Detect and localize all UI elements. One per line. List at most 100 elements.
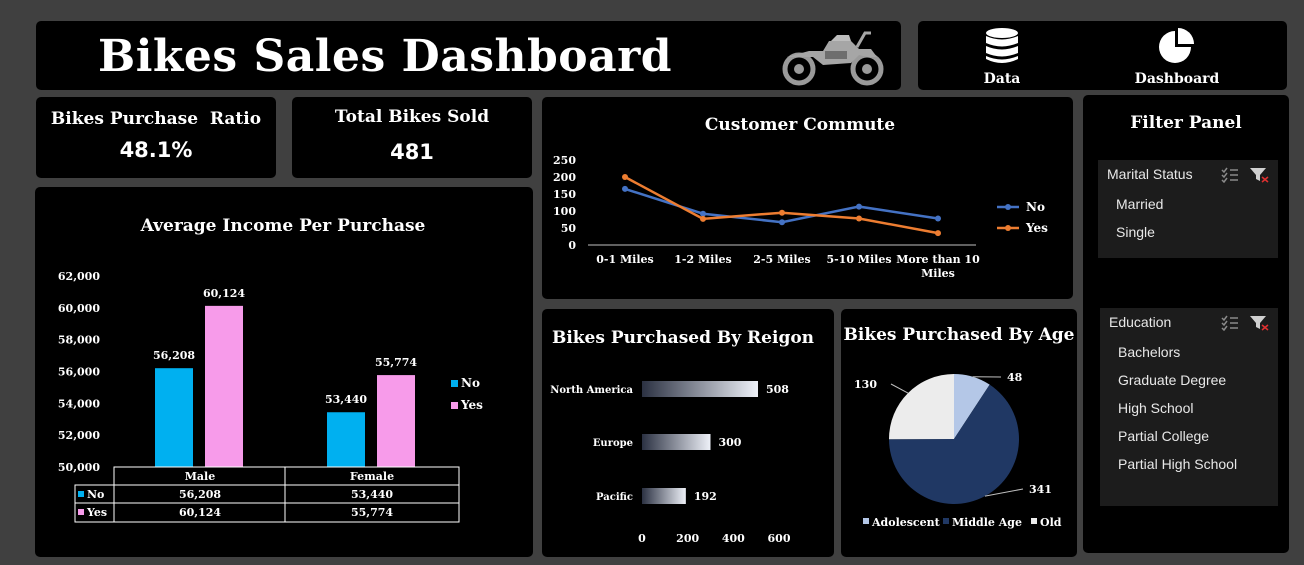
customer-commute-chart-panel: Customer Commute 0 50 100 150 200 250 0-1 Mile… (542, 97, 1073, 299)
pie-data-label: 341 (1029, 483, 1052, 496)
data-table-cell: 60,124 (179, 506, 221, 519)
slicer-item[interactable]: Bachelors (1118, 344, 1180, 360)
series-point-yes (935, 230, 941, 237)
legend-label: No (461, 376, 480, 390)
multi-select-icon[interactable] (1221, 315, 1238, 332)
region-bar (642, 381, 758, 397)
data-table-swatch (78, 491, 84, 497)
y-tick-label: 100 (553, 205, 576, 218)
y-tick-label: 200 (553, 171, 576, 184)
x-tick-label: 0 (638, 532, 646, 545)
legend-label: No (1026, 200, 1045, 214)
purchase-ratio-value: 48.1% (119, 138, 193, 162)
y-tick-label: 250 (553, 154, 576, 167)
region-data-label: 192 (694, 490, 717, 503)
clear-filter-icon[interactable] (1250, 168, 1269, 183)
bar-data-label: 60,124 (203, 287, 245, 300)
data-table-cell: 53,440 (351, 488, 393, 501)
slicer-item[interactable]: Married (1116, 196, 1163, 212)
data-table-cell: 56,208 (179, 488, 221, 501)
y-tick-label: 150 (553, 188, 576, 201)
marital-status-slicer: Marital Status Married Single (1098, 160, 1278, 258)
x-tick-label: 400 (722, 532, 745, 545)
series-point-no (856, 203, 862, 210)
bar-no (155, 368, 193, 467)
legend-swatch (1031, 518, 1037, 524)
series-point-yes (700, 215, 706, 222)
data-table-header: Female (350, 470, 394, 483)
y-tick-label: 50,000 (58, 461, 100, 474)
bar-data-label: 56,208 (153, 349, 195, 362)
slicer-item[interactable]: Partial High School (1118, 456, 1237, 472)
legend-marker (1005, 225, 1011, 231)
data-table-border (113, 466, 460, 523)
pie-leader-line (890, 383, 909, 394)
data-table-header: Male (185, 470, 215, 483)
pie-slice-old (889, 374, 954, 440)
slicer-item[interactable]: Graduate Degree (1118, 372, 1226, 388)
y-tick-label: 56,000 (58, 366, 100, 379)
bar-data-label: 53,440 (325, 393, 367, 406)
series-point-yes (779, 209, 785, 216)
data-button[interactable]: Data (947, 25, 1057, 87)
bar-yes (377, 375, 415, 467)
total-bikes-sold-value: 481 (390, 140, 434, 164)
legend-label: Old (1040, 516, 1062, 529)
bar-data-label: 55,774 (375, 356, 417, 369)
y-tick-label: 0 (568, 239, 576, 252)
series-line-no (624, 187, 939, 224)
x-tick-label: 2-5 Miles (753, 253, 810, 266)
bar-no (327, 412, 365, 467)
age-chart-title: Bikes Purchased By Age (844, 325, 1075, 345)
x-tick-label: 200 (676, 532, 699, 545)
purchase-ratio-card: Bikes Purchase Ratio 48.1% (36, 97, 276, 178)
region-label: Pacific (596, 492, 633, 503)
slicer-item[interactable]: Single (1116, 224, 1155, 240)
region-bar-chart: Bikes Purchased By Reigon North America 5… (550, 328, 814, 545)
total-bikes-sold-label: Total Bikes Sold (334, 107, 490, 127)
pie-data-label: 48 (1007, 371, 1023, 384)
total-bikes-sold-card: Total Bikes Sold 481 (292, 97, 532, 178)
series-point-no (622, 185, 628, 192)
data-button-label: Data (983, 71, 1021, 87)
legend-swatch (863, 518, 869, 524)
data-table-series: No (87, 488, 104, 501)
x-tick-label: 1-2 Miles (674, 253, 731, 266)
legend-label: Adolescent (871, 516, 941, 529)
region-bar (642, 488, 686, 504)
title-banner: Bikes Sales Dashboard (36, 21, 901, 90)
region-label: Europe (593, 438, 633, 449)
customer-commute-chart: Customer Commute 0 50 100 150 200 250 0-1 Mile… (553, 115, 1048, 280)
region-chart-panel: Bikes Purchased By Reigon North America 5… (542, 309, 834, 557)
series-point-yes (622, 174, 628, 180)
x-tick-label: 0-1 Miles (596, 253, 653, 266)
clear-filter-icon[interactable] (1250, 316, 1269, 331)
legend-swatch (943, 518, 949, 524)
average-income-chart-panel: Average Income Per Purchase 50,000 52,000… (35, 187, 533, 557)
dashboard-button[interactable]: Dashboard (1122, 25, 1232, 87)
dashboard-button-label: Dashboard (1134, 71, 1220, 87)
legend-marker (1005, 204, 1011, 210)
bar-yes (205, 305, 243, 467)
filter-panel-title: Filter Panel (1130, 113, 1242, 133)
slicer-item[interactable]: Partial College (1118, 428, 1209, 444)
pie-chart-icon (1159, 28, 1194, 63)
multi-select-icon[interactable] (1221, 167, 1238, 184)
motorcycle-icon (782, 31, 884, 86)
series-point-no (935, 215, 941, 222)
data-table-swatch (78, 509, 84, 515)
y-tick-label: 50 (561, 222, 577, 235)
y-tick-label: 60,000 (58, 302, 100, 315)
x-tick-label: 600 (768, 532, 791, 545)
data-table-cell: 55,774 (351, 506, 393, 519)
x-tick-label: Miles (921, 267, 955, 280)
legend-swatch (451, 380, 458, 387)
navigation-panel: Data Dashboard (918, 21, 1287, 90)
region-data-label: 300 (719, 436, 742, 449)
education-header: Education (1109, 314, 1172, 330)
slicer-item[interactable]: High School (1118, 400, 1194, 416)
dashboard-title: Bikes Sales Dashboard (98, 31, 673, 82)
commute-chart-title: Customer Commute (705, 115, 895, 135)
x-tick-label: More than 10 (896, 253, 980, 266)
average-income-chart: Average Income Per Purchase 50,000 52,000… (58, 216, 483, 523)
